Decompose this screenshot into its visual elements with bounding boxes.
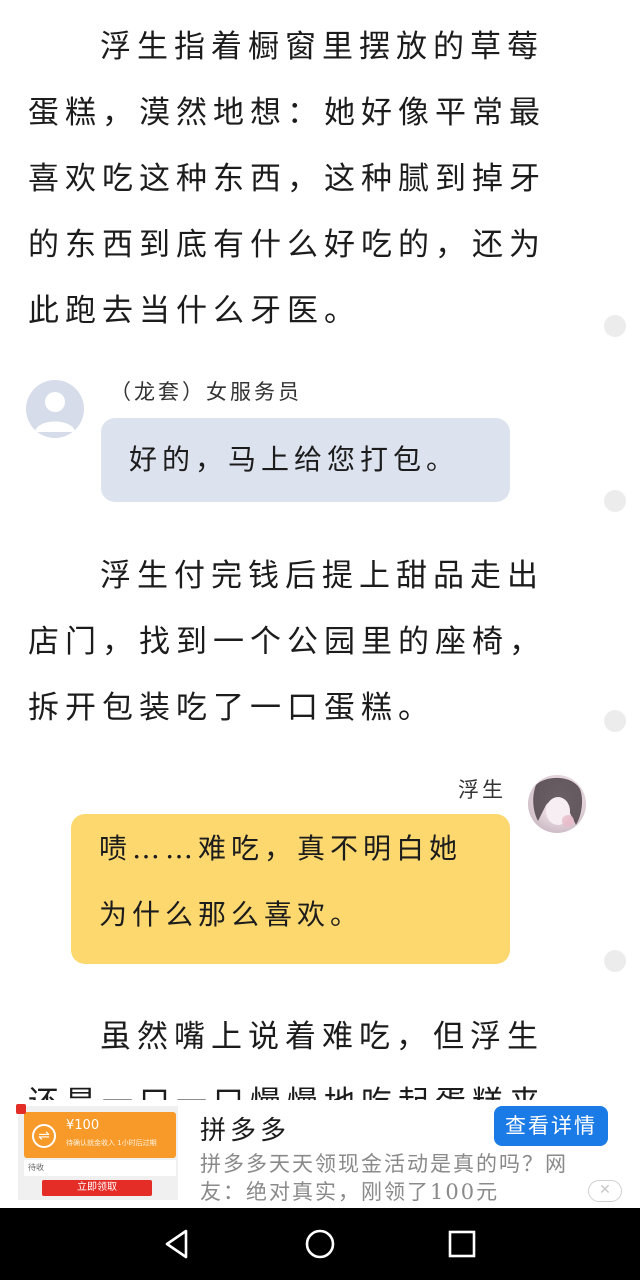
story-paragraph: 浮生付完钱后提上甜品走出店门，找到一个公园里的座椅，拆开包装吃了一口蛋糕。 xyxy=(28,558,546,726)
story-paragraph: 虽然嘴上说着难吃，但浮生还是一口一口慢慢地吃起蛋糕来了。 xyxy=(28,1019,544,1100)
back-icon[interactable] xyxy=(160,1226,196,1262)
dialogue-text: 啧……难吃，真不明白她为什么那么喜欢。 xyxy=(99,832,463,931)
paragraph-comment-dot[interactable] xyxy=(604,710,626,732)
paragraph-comment-dot[interactable] xyxy=(604,315,626,337)
reader-content[interactable]: 浮生指着橱窗里摆放的草莓蛋糕，漠然地想：她好像平常最喜欢吃这种东西，这种腻到掉牙… xyxy=(0,0,640,1100)
ad-thumbnail[interactable]: ⇌ ¥100 待确认就金收入 1小时后过期 待收 立即领取 xyxy=(18,1106,178,1200)
character-avatar-icon[interactable] xyxy=(528,775,586,833)
home-icon[interactable] xyxy=(302,1226,338,1262)
paragraph-comment-dot[interactable] xyxy=(604,950,626,972)
dialogue-bubble[interactable]: 好的，马上给您打包。 xyxy=(101,418,510,502)
ad-close-icon[interactable]: ✕ xyxy=(588,1180,622,1202)
ad-coupon-amount: ¥100 xyxy=(66,1118,100,1133)
ad-coupon-subtext: 待确认就金收入 1小时后过期 xyxy=(66,1139,157,1147)
paragraph-comment-dot[interactable] xyxy=(604,490,626,512)
ad-banner[interactable]: ⇌ ¥100 待确认就金收入 1小时后过期 待收 立即领取 拼多多 拼多多天天领… xyxy=(0,1100,640,1208)
ad-coupon-status: 待收 xyxy=(24,1160,176,1176)
ad-description: 拼多多天天领现金活动是真的吗？网友：绝对真实，刚领了100元 xyxy=(200,1152,568,1204)
speaker-name: 浮生 xyxy=(458,778,506,802)
exchange-icon: ⇌ xyxy=(32,1124,56,1148)
ad-coupon-card: ⇌ ¥100 待确认就金收入 1小时后过期 xyxy=(24,1112,176,1158)
recent-apps-icon[interactable] xyxy=(444,1226,480,1262)
dialogue-text: 好的，马上给您打包。 xyxy=(129,443,460,476)
default-user-avatar-icon[interactable] xyxy=(26,380,84,438)
dialogue-bubble[interactable]: 啧……难吃，真不明白她为什么那么喜欢。 xyxy=(71,814,510,964)
speaker-name: （龙套）女服务员 xyxy=(110,380,302,404)
ad-title: 拼多多 xyxy=(200,1116,291,1146)
story-paragraph: 浮生指着橱窗里摆放的草莓蛋糕，漠然地想：她好像平常最喜欢吃这种东西，这种腻到掉牙… xyxy=(28,29,546,329)
ad-badge-icon xyxy=(16,1104,26,1114)
android-navigation-bar xyxy=(0,1208,640,1280)
ad-view-details-button[interactable]: 查看详情 xyxy=(494,1106,608,1146)
ad-claim-button: 立即领取 xyxy=(42,1180,152,1196)
